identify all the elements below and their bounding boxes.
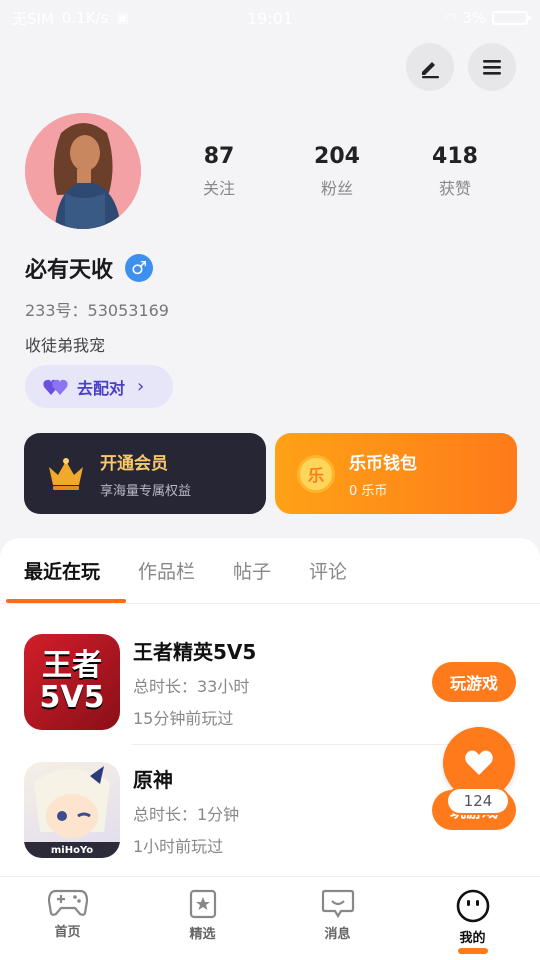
status-bar: 无SIM 0.1K/s ▣ 19:01 ◠ 3% (0, 0, 540, 36)
game-name: 原神 (133, 767, 173, 792)
game-icon-text: 王者 (42, 647, 102, 683)
edit-icon (422, 62, 439, 79)
face-icon (456, 889, 489, 923)
tab-recent[interactable]: 最近在玩 (24, 557, 100, 584)
nav-label: 消息 (324, 927, 351, 942)
profile-tabs: 最近在玩 作品栏 帖子 评论 (0, 538, 540, 604)
nav-home[interactable]: 首页 (0, 877, 135, 960)
username-row: 必有天收 ♂ (25, 252, 154, 284)
stat-label: 关注 (202, 179, 235, 198)
stat-following[interactable]: 87 关注 (179, 144, 259, 199)
stat-value: 204 (314, 144, 360, 169)
wallet-title: 乐币钱包 (349, 453, 417, 474)
double-heart-icon (43, 379, 68, 395)
stat-followers[interactable]: 204 粉丝 (297, 144, 377, 199)
stat-value: 87 (203, 144, 235, 169)
chevron-right-icon: › (137, 376, 145, 397)
game-item[interactable]: miHoYo 原神 总时长：1分钟 1小时前玩过 玩游戏 (24, 750, 516, 870)
content-panel: 最近在玩 作品栏 帖子 评论 王者 5V5 王者精英5V5 总时长：33小时 1… (0, 538, 540, 878)
stat-label: 获赞 (438, 179, 471, 198)
nav-label: 精选 (189, 927, 216, 942)
avatar-illustration (25, 113, 141, 229)
game-icon-genshin: miHoYo (24, 762, 120, 858)
nav-messages[interactable]: 消息 (270, 877, 405, 960)
avatar[interactable] (25, 113, 141, 229)
user-id: 233号：53053169 (25, 301, 169, 320)
battery-icon (492, 11, 531, 25)
nav-profile[interactable]: 我的 (405, 877, 540, 960)
nav-featured[interactable]: 精选 (135, 877, 270, 960)
coin-icon: 乐 (297, 454, 335, 493)
wallet-card[interactable]: 乐 乐币钱包 0 乐币 (275, 433, 517, 514)
match-label: 去配对 (77, 378, 126, 398)
tab-works[interactable]: 作品栏 (138, 557, 195, 584)
bio: 收徒弟我宠 (25, 336, 106, 355)
gamepad-icon (47, 889, 88, 916)
star-bookmark-icon (189, 889, 216, 919)
game-item[interactable]: 王者 5V5 王者精英5V5 总时长：33小时 15分钟前玩过 玩游戏 (24, 622, 516, 742)
vip-title: 开通会员 (100, 453, 168, 474)
coin-char: 乐 (307, 465, 324, 485)
crown-icon (49, 457, 83, 490)
nav-label: 我的 (459, 931, 486, 946)
profile-stats: 87 关注 204 粉丝 418 获赞 (165, 144, 515, 199)
stat-value: 418 (432, 144, 478, 169)
game-name: 王者精英5V5 (133, 639, 257, 664)
top-actions (406, 43, 516, 91)
game-icon-text: 5V5 (39, 679, 105, 715)
like-count: 124 (446, 787, 510, 815)
play-game-button[interactable]: 玩游戏 (432, 662, 516, 702)
stat-label: 粉丝 (320, 179, 353, 198)
game-icon-king: 王者 5V5 (24, 634, 120, 730)
vip-card[interactable]: 开通会员 享海量专属权益 (24, 433, 266, 514)
chat-bubble-icon (321, 889, 354, 919)
menu-icon (483, 60, 501, 75)
tab-indicator (6, 599, 126, 603)
nav-label: 首页 (54, 925, 81, 940)
edit-button[interactable] (406, 43, 454, 91)
game-icon-text: miHoYo (50, 845, 94, 856)
menu-button[interactable] (468, 43, 516, 91)
vip-subtitle: 享海量专属权益 (100, 483, 192, 499)
stat-likes[interactable]: 418 获赞 (415, 144, 495, 199)
game-icon-art (24, 766, 120, 858)
game-duration: 总时长：1分钟 (133, 804, 240, 824)
bottom-nav: 首页 精选 消息 我的 (0, 876, 540, 960)
tab-comments[interactable]: 评论 (309, 557, 347, 584)
username: 必有天收 (25, 258, 114, 283)
male-gender-icon: ♂ (125, 254, 154, 282)
game-last-played: 1小时前玩过 (133, 836, 224, 856)
heart-icon (465, 750, 493, 775)
game-duration: 总时长：33小时 (133, 676, 250, 696)
active-indicator (457, 948, 488, 954)
status-time: 19:01 (246, 8, 294, 28)
wallet-balance: 0 乐币 (349, 483, 388, 499)
tab-posts[interactable]: 帖子 (233, 557, 271, 584)
game-last-played: 15分钟前玩过 (133, 708, 234, 728)
match-button[interactable]: 去配对 › (25, 365, 173, 408)
